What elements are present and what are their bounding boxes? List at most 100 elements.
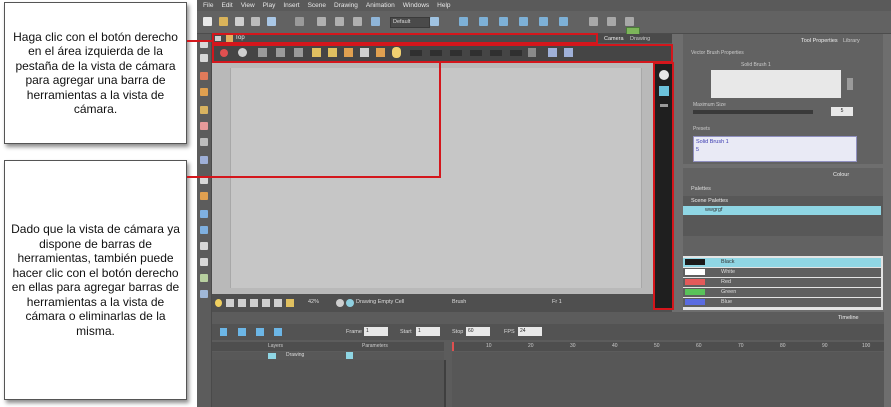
workspace-save-icon[interactable] (430, 17, 439, 26)
fps-input[interactable]: 24 (518, 327, 542, 336)
drawing-layer-icon[interactable] (346, 299, 354, 307)
palette-item[interactable]: wwgrgf (683, 206, 881, 215)
camera-canvas[interactable] (212, 62, 672, 294)
stamp-tool-icon[interactable] (200, 106, 208, 114)
contour-tool-icon[interactable] (200, 54, 208, 62)
brush-preview[interactable] (711, 70, 841, 98)
camera-tab[interactable]: Camera (604, 36, 624, 42)
menu-insert[interactable]: Insert (283, 2, 299, 9)
menu-view[interactable]: View (241, 2, 255, 9)
swatch-row[interactable]: Green (683, 288, 881, 297)
swatch-row[interactable]: White (683, 268, 881, 277)
move-icon[interactable] (479, 17, 488, 26)
deform-icon[interactable] (559, 17, 568, 26)
zoom-tool-icon[interactable] (200, 258, 208, 266)
grid-tool-icon[interactable] (200, 290, 208, 298)
ruler-tick: 50 (654, 343, 660, 349)
preset-list[interactable]: Solid Brush 1 5 (693, 136, 857, 162)
start-value: 1 (418, 328, 421, 334)
hand-tool-icon[interactable] (200, 242, 208, 250)
zoom-value[interactable]: 42% (308, 299, 319, 305)
text-tool-icon[interactable] (200, 138, 208, 146)
status-lock-icon[interactable] (286, 299, 294, 307)
swatch-name: Green (721, 289, 737, 295)
add-layer-icon[interactable] (346, 352, 353, 359)
playhead[interactable] (452, 342, 454, 351)
palette-item-label: wwgrgf (705, 207, 723, 213)
render-icon[interactable] (625, 17, 634, 26)
morph-tool-icon[interactable] (200, 274, 208, 282)
brush-next-icon[interactable] (847, 78, 853, 90)
copy-icon[interactable] (335, 17, 344, 26)
safe-mode-icon[interactable] (274, 299, 282, 307)
loop-icon[interactable] (238, 328, 246, 336)
drawing-tab[interactable]: Drawing (630, 36, 650, 42)
paste-icon[interactable] (353, 17, 362, 26)
render-mode-icon[interactable] (238, 299, 246, 307)
library-tab[interactable]: Library (843, 38, 860, 44)
timeline-toolbar: Frame 1 Start 1 Stop 60 FPS 24 (212, 324, 884, 340)
view-mode-icon[interactable] (226, 299, 234, 307)
cut-icon[interactable] (317, 17, 326, 26)
palette-list[interactable]: Scene Palettes wwgrgf (683, 196, 883, 236)
frame-input[interactable]: 1 (364, 327, 388, 336)
params-label: Parameters (362, 343, 388, 349)
menu-file[interactable]: File (203, 2, 213, 9)
tool-properties-tab[interactable]: Tool Properties (801, 38, 838, 44)
menu-help[interactable]: Help (437, 2, 450, 9)
swatch-row[interactable]: Blue (683, 298, 881, 307)
app-window: File Edit View Play Insert Scene Drawing… (197, 0, 891, 407)
prev-frame-icon[interactable] (256, 328, 264, 336)
max-size-label: Maximum Size (693, 102, 726, 108)
play-icon[interactable] (220, 328, 227, 336)
menu-windows[interactable]: Windows (403, 2, 429, 9)
timeline-tab[interactable]: Timeline (838, 315, 859, 321)
brush-tool-icon[interactable] (200, 72, 208, 80)
dropper-tool-icon[interactable] (200, 210, 208, 218)
next-frame-icon[interactable] (274, 328, 282, 336)
workspace-select[interactable]: Default (390, 17, 430, 28)
timeline-frames-area[interactable] (452, 352, 884, 407)
menu-scene[interactable]: Scene (308, 2, 326, 9)
frame-mode-icon[interactable] (262, 299, 270, 307)
connector-bottom-h (187, 176, 441, 178)
eraser-tool-icon[interactable] (200, 122, 208, 130)
menu-edit[interactable]: Edit (221, 2, 232, 9)
stop-value: 60 (468, 328, 474, 334)
skew-icon[interactable] (539, 17, 548, 26)
paint-tool-icon[interactable] (200, 192, 208, 200)
timeline-panel: Timeline Frame 1 Start 1 Stop 60 FPS 24 (212, 312, 884, 407)
drawing-mode-icon[interactable] (336, 299, 344, 307)
swatch-row[interactable]: Black (683, 258, 881, 267)
brush-name: Solid Brush 1 (741, 62, 771, 68)
layers-area (212, 360, 446, 407)
onion-icon[interactable] (589, 17, 598, 26)
scene-icon[interactable] (371, 17, 380, 26)
light-table-icon[interactable] (607, 17, 616, 26)
stop-label: Stop (452, 329, 464, 335)
menu-drawing[interactable]: Drawing (334, 2, 358, 9)
transform-icon[interactable] (459, 17, 468, 26)
save-as-icon[interactable] (251, 17, 260, 26)
undo-icon[interactable] (295, 17, 304, 26)
new-icon[interactable] (203, 17, 212, 26)
light-icon[interactable] (215, 299, 222, 307)
menu-play[interactable]: Play (263, 2, 276, 9)
swatch-row[interactable]: Red (683, 278, 881, 287)
start-input[interactable]: 1 (416, 327, 440, 336)
layer-row[interactable]: Drawing (212, 352, 444, 360)
shape-tool-icon[interactable] (200, 156, 208, 164)
menu-animation[interactable]: Animation (366, 2, 395, 9)
ink-tool-icon[interactable] (200, 226, 208, 234)
stop-input[interactable]: 60 (466, 327, 490, 336)
scale-icon[interactable] (519, 17, 528, 26)
pencil-tool-icon[interactable] (200, 88, 208, 96)
rotate-icon[interactable] (499, 17, 508, 26)
max-size-slider[interactable] (693, 110, 813, 114)
open-icon[interactable] (219, 17, 228, 26)
max-size-input[interactable]: 5 (831, 107, 853, 116)
import-icon[interactable] (267, 17, 276, 26)
colour-mode-icon[interactable] (250, 299, 258, 307)
save-icon[interactable] (235, 17, 244, 26)
colour-tab[interactable]: Colour (833, 172, 849, 178)
